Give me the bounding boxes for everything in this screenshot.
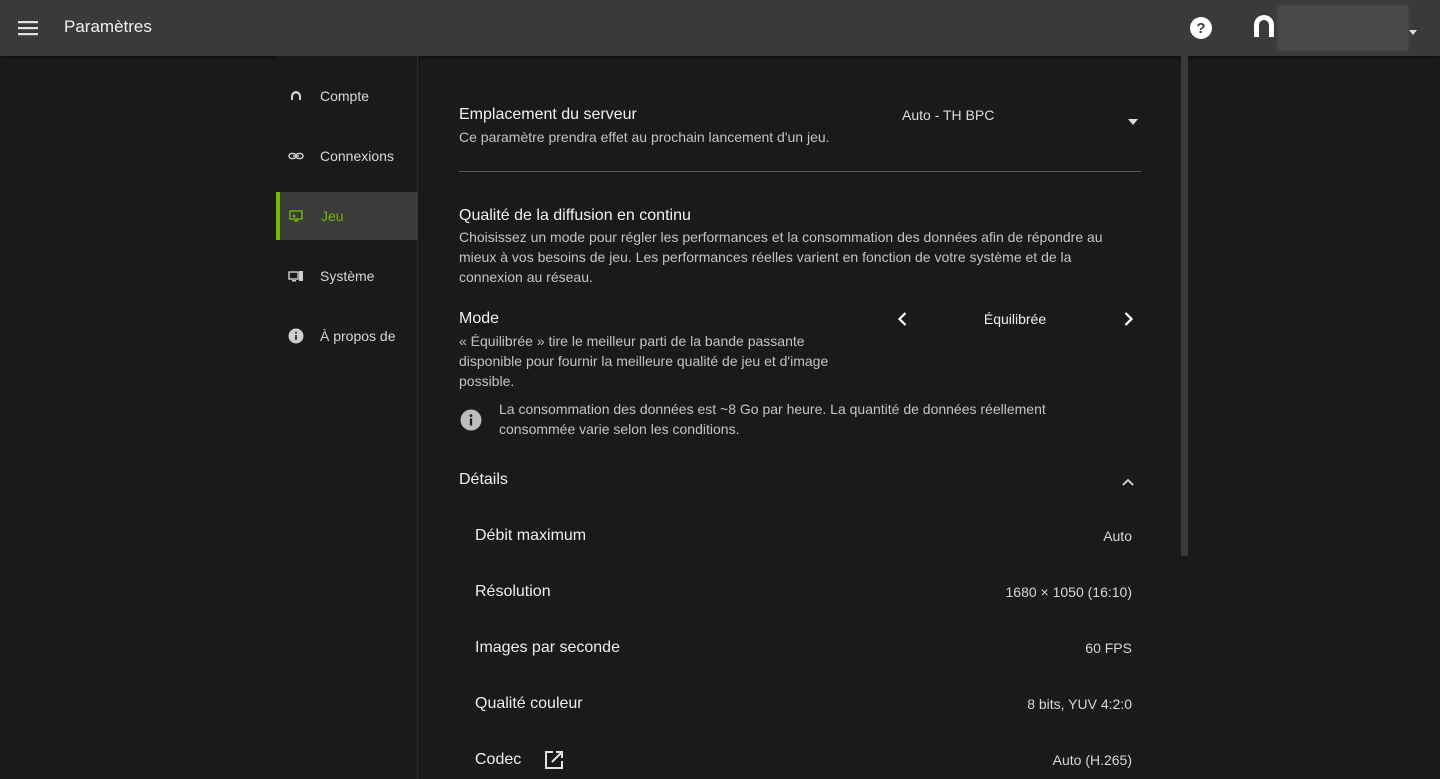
chevron-up-icon[interactable] xyxy=(1121,474,1135,486)
sidebar-item-label: Jeu xyxy=(321,208,344,224)
detail-label-color-quality: Qualité couleur xyxy=(475,695,583,712)
server-location-description: Ce paramètre prendra effet au prochain l… xyxy=(459,129,830,145)
hamburger-menu-icon[interactable] xyxy=(14,14,42,42)
detail-label-fps: Images par seconde xyxy=(475,639,620,656)
user-avatar-icon[interactable] xyxy=(1250,13,1278,41)
system-devices-icon xyxy=(288,268,304,284)
sidebar-item-compte[interactable]: Compte xyxy=(276,72,418,120)
detail-value-resolution[interactable]: 1680 × 1050 (16:10) xyxy=(1006,584,1133,600)
section-divider xyxy=(459,171,1141,172)
detail-value-fps[interactable]: 60 FPS xyxy=(1085,640,1132,656)
server-location-title: Emplacement du serveur xyxy=(459,106,637,123)
details-title: Détails xyxy=(459,471,508,488)
streaming-quality-title: Qualité de la diffusion en continu xyxy=(459,207,691,224)
sidebar-item-label: À propos de xyxy=(320,328,396,344)
page-title: Paramètres xyxy=(64,17,152,36)
details-expander[interactable] xyxy=(459,463,1141,497)
mode-desc-line-3: possible. xyxy=(459,373,515,389)
info-icon xyxy=(288,328,304,344)
detail-label-max-bitrate: Débit maximum xyxy=(475,527,587,544)
settings-sidebar: Compte Connexions Jeu Système À propos d… xyxy=(276,56,418,779)
game-display-icon xyxy=(288,208,304,224)
sidebar-item-connexions[interactable]: Connexions xyxy=(276,132,418,180)
svg-text:?: ? xyxy=(1196,20,1205,37)
streaming-quality-desc-line-1: Choisissez un mode pour régler les perfo… xyxy=(459,229,1103,245)
caret-down-icon xyxy=(1127,113,1139,125)
detail-value-color-quality[interactable]: 8 bits, YUV 4:2:0 xyxy=(1027,696,1132,712)
data-usage-info-line-1: La consommation des données est ~8 Go pa… xyxy=(499,401,1046,417)
sidebar-item-jeu[interactable]: Jeu xyxy=(276,192,418,240)
detail-value-max-bitrate[interactable]: Auto xyxy=(1103,528,1132,544)
mode-title: Mode xyxy=(459,310,500,327)
sidebar-item-a-propos[interactable]: À propos de xyxy=(276,312,418,360)
server-location-value: Auto - TH BPC xyxy=(902,107,995,123)
caret-down-icon[interactable] xyxy=(1407,24,1419,35)
sidebar-item-systeme[interactable]: Système xyxy=(276,252,418,300)
external-link-icon[interactable] xyxy=(543,749,565,771)
mode-value: Équilibrée xyxy=(983,311,1047,327)
sidebar-item-label: Système xyxy=(320,268,375,284)
scrollbar[interactable] xyxy=(1181,56,1188,556)
detail-value-codec[interactable]: Auto (H.265) xyxy=(1053,752,1132,768)
streaming-quality-desc-line-2: mieux à vos besoins de jeu. Les performa… xyxy=(459,249,1072,265)
detail-label-resolution: Résolution xyxy=(475,583,551,600)
user-name-blurred[interactable] xyxy=(1277,5,1409,51)
info-icon xyxy=(460,409,482,431)
mode-desc-line-1: « Équilibrée » tire le meilleur parti de… xyxy=(459,333,805,349)
help-circle-icon[interactable]: ? xyxy=(1189,16,1213,40)
detail-label-codec: Codec xyxy=(475,751,522,768)
headset-icon xyxy=(288,88,304,104)
streaming-quality-desc-line-3: connexion au réseau. xyxy=(459,269,593,285)
chevron-left-icon[interactable] xyxy=(893,309,913,329)
data-usage-info-line-2: consommée varie selon les conditions. xyxy=(499,421,740,437)
sidebar-item-label: Connexions xyxy=(320,148,394,164)
top-app-bar: Paramètres ? xyxy=(0,0,1440,56)
chevron-right-icon[interactable] xyxy=(1118,309,1138,329)
link-icon xyxy=(288,148,304,164)
sidebar-item-label: Compte xyxy=(320,88,370,104)
mode-desc-line-2: disponible pour fournir la meilleure qua… xyxy=(459,353,829,369)
